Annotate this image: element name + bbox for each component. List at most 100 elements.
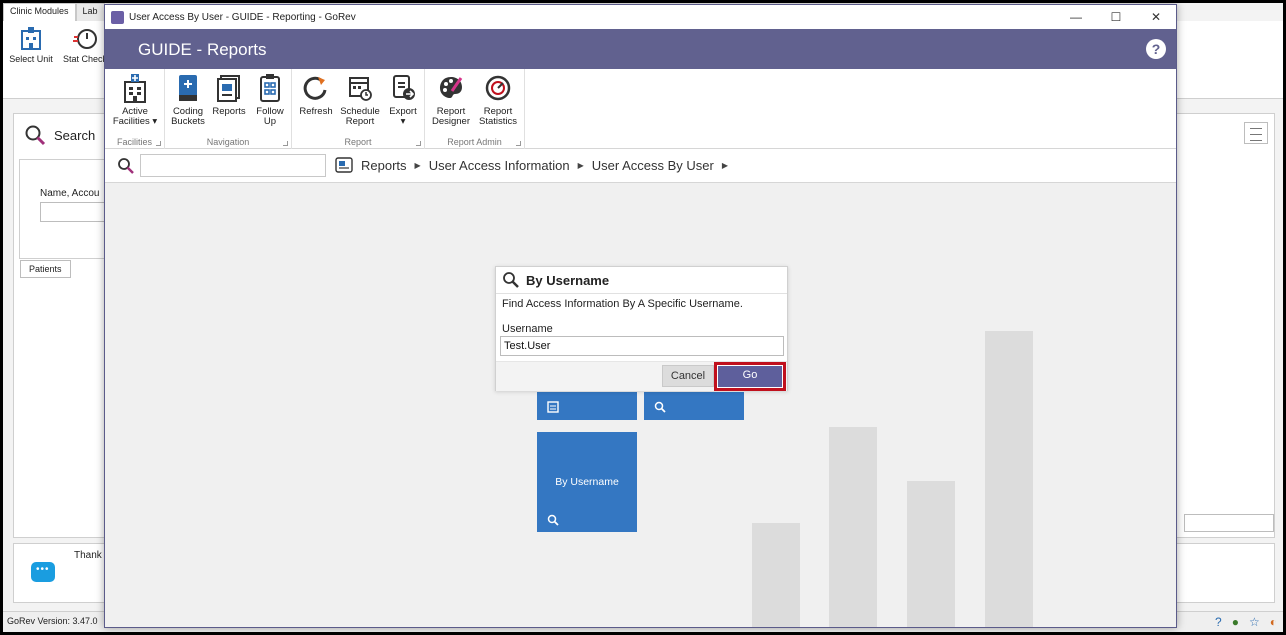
search-icon: [547, 514, 559, 526]
palette-status-icon[interactable]: ◐: [1270, 615, 1277, 629]
header-band: GUIDE - Reports ?: [105, 29, 1176, 69]
report-designer-label-2: Designer: [431, 116, 471, 127]
status-icons: ? ● ☆ ◐: [1215, 615, 1277, 629]
ribbon-group-navigation: Coding Buckets Reports Follow Up Navigat…: [165, 69, 292, 149]
stat-check-label: Stat Check: [62, 54, 108, 64]
export-dropdown-icon: ▾: [400, 116, 406, 127]
breadcrumb-user-access-by-user[interactable]: User Access By User: [592, 158, 714, 173]
by-username-tile-label: By Username: [555, 476, 619, 488]
report-designer-button[interactable]: Report Designer: [429, 73, 473, 127]
minimize-button[interactable]: —: [1056, 5, 1096, 29]
document-icon: [547, 401, 559, 413]
ribbon-group-label: Navigation: [206, 137, 250, 147]
menu-button[interactable]: [1244, 122, 1268, 144]
search-title-label: Search: [54, 127, 96, 143]
ribbon: Active Facilities ▾ Facilities Coding Bu…: [105, 69, 1176, 149]
by-username-dialog: By Username Find Access Information By A…: [495, 266, 788, 391]
palette-icon: [440, 77, 463, 98]
patients-tab[interactable]: Patients: [20, 260, 71, 278]
clipboard-icon: [260, 74, 280, 102]
username-input[interactable]: [500, 336, 784, 356]
ribbon-group-facilities: Active Facilities ▾ Facilities: [105, 69, 165, 149]
breadcrumb: Reports ▶ User Access Information ▶ User…: [335, 157, 728, 173]
dialog-launcher-icon[interactable]: [516, 141, 521, 146]
stopwatch-icon: [73, 29, 97, 49]
version-text: GoRev Version: 3.47.0: [7, 616, 98, 626]
search-report-tile[interactable]: [644, 392, 744, 420]
reports-icon: [217, 75, 240, 102]
search-icon: [654, 401, 666, 413]
username-label: Username: [502, 323, 553, 335]
dialog-title: By Username: [526, 272, 610, 288]
go-button[interactable]: Go: [718, 366, 782, 387]
background-right-panel: [1175, 113, 1275, 538]
chevron-right-icon[interactable]: ▶: [722, 161, 728, 170]
decorative-bar: [985, 331, 1033, 627]
coding-buckets-label-2: Buckets: [171, 116, 205, 127]
hospital-icon: [124, 74, 146, 103]
title-bar[interactable]: User Access By User - GUIDE - Reporting …: [105, 5, 1176, 29]
coding-buckets-button[interactable]: Coding Buckets: [169, 73, 207, 127]
follow-up-button[interactable]: Follow Up: [251, 73, 289, 127]
report-tile[interactable]: [537, 392, 637, 420]
name-account-label: Name, Accou: [40, 188, 100, 199]
gorev-app-icon: [111, 10, 124, 24]
ribbon-group-label: Report: [344, 137, 372, 147]
reports-label: Reports: [212, 106, 246, 117]
dialog-launcher-icon[interactable]: [283, 141, 288, 146]
report-search-input[interactable]: [140, 154, 326, 177]
search-title: Search: [24, 124, 95, 146]
dialog-launcher-icon[interactable]: [156, 141, 161, 146]
book-icon: [179, 75, 197, 101]
report-statistics-label-2: Statistics: [478, 116, 517, 127]
dialog-launcher-icon[interactable]: [416, 141, 421, 146]
reports-button[interactable]: Reports: [209, 73, 249, 117]
help-button[interactable]: ?: [1146, 39, 1166, 59]
ribbon-group-report-admin: Report Designer Report Statistics Report…: [425, 69, 525, 149]
schedule-report-label-2: Report: [345, 116, 375, 127]
breadcrumb-bar: Reports ▶ User Access Information ▶ User…: [105, 149, 1176, 183]
gauge-icon: [485, 75, 511, 101]
chevron-right-icon: ▶: [577, 160, 584, 170]
right-panel-input[interactable]: [1184, 514, 1274, 532]
by-username-tile[interactable]: By Username: [537, 432, 637, 532]
maximize-button[interactable]: ☐: [1096, 5, 1136, 29]
report-window: User Access By User - GUIDE - Reporting …: [104, 4, 1177, 628]
active-facilities-button[interactable]: Active Facilities ▾: [109, 73, 161, 127]
select-unit-label: Select Unit: [9, 54, 53, 64]
close-button[interactable]: ✕: [1136, 5, 1176, 29]
tab-clinic-modules[interactable]: Clinic Modules: [3, 3, 76, 21]
star-status-icon[interactable]: ☆: [1249, 615, 1260, 629]
bug-status-icon[interactable]: ●: [1232, 615, 1239, 629]
ribbon-group-label: Report Admin: [447, 137, 502, 147]
report-statistics-button[interactable]: Report Statistics: [475, 73, 521, 127]
dialog-header: By Username: [496, 267, 787, 294]
chevron-right-icon: ▶: [414, 160, 421, 170]
go-button-highlight: Go: [714, 362, 786, 391]
chat-icon[interactable]: [31, 562, 55, 582]
export-icon: [393, 75, 415, 100]
decorative-bar: [829, 427, 877, 627]
help-status-icon[interactable]: ?: [1215, 615, 1222, 629]
breadcrumb-user-access-information[interactable]: User Access Information: [429, 158, 570, 173]
schedule-report-button[interactable]: Schedule Report: [338, 73, 382, 127]
cancel-button[interactable]: Cancel: [662, 365, 714, 387]
breadcrumb-reports[interactable]: Reports: [361, 158, 407, 173]
export-button[interactable]: Export ▾: [384, 73, 422, 127]
active-facilities-label-2: Facilities ▾: [112, 116, 158, 127]
refresh-button[interactable]: Refresh: [296, 73, 336, 117]
refresh-icon: [303, 76, 327, 100]
select-unit-button[interactable]: Select Unit: [5, 25, 57, 64]
follow-up-label-2: Up: [263, 116, 277, 127]
background-tabs: Clinic Modules Lab: [3, 3, 105, 21]
dialog-description: Find Access Information By A Specific Us…: [502, 298, 743, 310]
reports-icon: [335, 157, 353, 173]
search-icon[interactable]: [117, 157, 135, 175]
page-title: GUIDE - Reports: [138, 40, 267, 59]
ribbon-group-report: Refresh Schedule Report Export ▾ Report: [292, 69, 425, 149]
decorative-bar: [752, 523, 800, 627]
tab-lab[interactable]: Lab: [75, 3, 105, 21]
search-icon: [25, 125, 46, 146]
window-controls: — ☐ ✕: [1056, 5, 1176, 29]
decorative-bar: [907, 481, 955, 627]
